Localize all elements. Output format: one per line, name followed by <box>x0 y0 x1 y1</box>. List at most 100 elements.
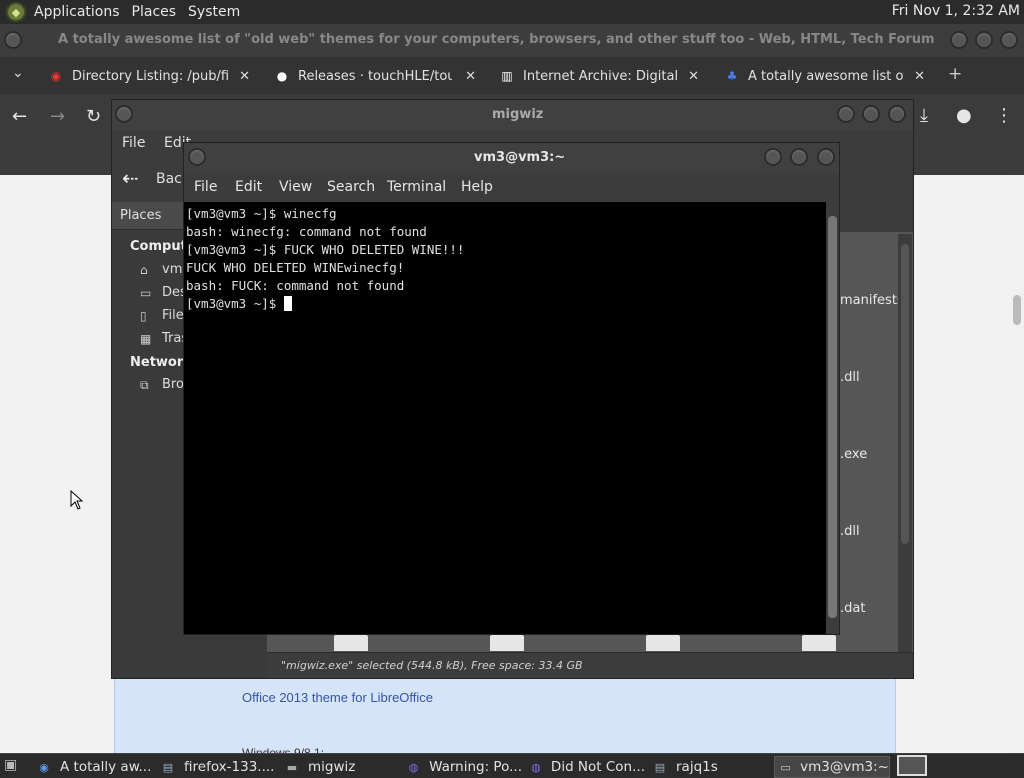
file-icon[interactable] <box>334 635 368 651</box>
file-dat[interactable]: .dat <box>840 601 865 616</box>
drive-icon: ▯ <box>140 308 147 323</box>
terminal-line: bash: FUCK: command not found <box>186 278 405 293</box>
close-tab-icon[interactable]: ✕ <box>239 69 250 84</box>
browser-titlebar[interactable]: A totally awesome list of "old web" them… <box>0 24 1024 57</box>
spacehey-icon: ♣ <box>726 69 738 83</box>
text-cursor <box>283 296 292 311</box>
reload-icon[interactable]: ↻ <box>86 106 101 127</box>
archive-file-icon: ▤ <box>162 760 174 774</box>
mouse-pointer-icon <box>70 490 84 510</box>
network-icon: ⧉ <box>140 377 149 392</box>
web-content-panel <box>114 675 896 755</box>
terminal-menu-help[interactable]: Help <box>461 179 493 195</box>
firefox-icon: ◍ <box>531 760 541 774</box>
terminal-titlebar[interactable]: vm3@vm3:~ <box>184 143 839 173</box>
terminal-menu-view[interactable]: View <box>279 179 312 195</box>
browser-window-title: A totally awesome list of "old web" them… <box>58 32 938 47</box>
file-dll[interactable]: .dll <box>840 524 860 539</box>
minimize-button[interactable] <box>764 148 782 166</box>
close-tab-icon[interactable]: ✕ <box>914 69 925 84</box>
file-icon[interactable] <box>490 635 524 651</box>
back-arrow-icon[interactable]: ⇠ <box>122 166 139 190</box>
clock[interactable]: Fri Nov 1, 2:32 AM <box>892 3 1020 19</box>
terminal-line: FUCK WHO DELETED WINEwinecfg! <box>186 260 405 275</box>
terminal-prompt-line[interactable]: [vm3@vm3 ~]$ <box>186 295 824 313</box>
chromium-icon: ◉ <box>39 760 49 774</box>
taskbar-item-firefox-archive[interactable]: ▤ firefox-133.... <box>160 756 276 778</box>
close-tab-icon[interactable]: ✕ <box>688 69 699 84</box>
profile-icon[interactable]: ● <box>956 105 972 126</box>
minimize-button[interactable] <box>950 31 968 49</box>
maximize-button[interactable] <box>862 105 880 123</box>
terminal-scroll-thumb[interactable] <box>828 216 837 618</box>
tab-strip: ⌄ ◉ Directory Listing: /pub/fire ✕ ● Rel… <box>0 57 1024 94</box>
terminal-menu-terminal[interactable]: Terminal <box>387 179 446 195</box>
kebab-menu-icon[interactable]: ⋮ <box>995 105 1013 126</box>
terminal-line: [vm3@vm3 ~]$ FUCK WHO DELETED WINE!!! <box>186 242 465 257</box>
tab-spacehey[interactable]: ♣ A totally awesome list of "o ✕ <box>724 61 925 91</box>
desktop-folder-icon: ▭ <box>140 285 152 300</box>
file-exe[interactable]: .exe <box>840 447 867 462</box>
top-panel: ◆ Applications Places System Fri Nov 1, … <box>0 0 1024 24</box>
file-icon[interactable] <box>802 635 836 651</box>
close-button[interactable] <box>1000 31 1018 49</box>
maximize-button[interactable] <box>975 31 993 49</box>
file-manager-statusbar: "migwiz.exe" selected (544.8 kB), Free s… <box>267 652 913 678</box>
taskbar-item-chromium[interactable]: ◉ A totally aw... <box>36 756 152 778</box>
page-scroll-thumb[interactable] <box>1013 295 1021 325</box>
terminal-window: vm3@vm3:~ File Edit View Search Terminal… <box>183 142 840 635</box>
close-button[interactable] <box>888 105 906 123</box>
distro-logo-icon[interactable]: ◆ <box>6 2 26 22</box>
system-menu[interactable]: System <box>182 4 246 20</box>
firefox-red-icon: ◉ <box>50 69 62 83</box>
taskbar-item-warning[interactable]: ◍ Warning: Po... <box>406 756 522 778</box>
minimize-button[interactable] <box>837 105 855 123</box>
fm-menu-file[interactable]: File <box>122 135 145 151</box>
tab-touchhle-releases[interactable]: ● Releases · touchHLE/touch ✕ <box>274 61 476 91</box>
terminal-icon: ▭ <box>780 760 791 774</box>
tab-internet-archive[interactable]: ▥ Internet Archive: Digital Lib ✕ <box>499 61 699 91</box>
file-manifests[interactable]: manifests <box>840 293 904 308</box>
page-scrollbar[interactable] <box>1010 175 1024 753</box>
back-arrow-icon[interactable]: ← <box>12 106 27 127</box>
terminal-output[interactable]: [vm3@vm3 ~]$ winecfg bash: winecfg: comm… <box>184 202 826 634</box>
tab-directory-listing[interactable]: ◉ Directory Listing: /pub/fire ✕ <box>48 61 250 91</box>
terminal-line: [vm3@vm3 ~]$ winecfg <box>186 206 337 221</box>
libreoffice-theme-link[interactable]: Office 2013 theme for LibreOffice <box>242 690 433 705</box>
taskbar-item-rajq1s[interactable]: ▤ rajq1s <box>652 756 768 778</box>
workspace-switcher[interactable] <box>897 755 927 776</box>
terminal-menu-edit[interactable]: Edit <box>235 179 262 195</box>
archive-file-icon: ▤ <box>654 760 666 774</box>
download-icon[interactable]: ⤓ <box>920 105 928 126</box>
window-menu-button[interactable] <box>188 148 206 166</box>
show-desktop-icon[interactable]: ▣ <box>4 757 17 773</box>
taskbar: ▣ ◉ A totally aw... ▤ firefox-133.... ▬ mig… <box>0 753 1024 778</box>
terminal-menu-search[interactable]: Search <box>327 179 375 195</box>
new-tab-button[interactable]: + <box>948 64 962 84</box>
file-view-scrollbar[interactable] <box>898 234 912 654</box>
folder-icon: ▬ <box>286 760 298 774</box>
taskbar-item-terminal[interactable]: ▭ vm3@vm3:~ <box>774 756 890 778</box>
taskbar-item-did-not-connect[interactable]: ◍ Did Not Con... <box>529 756 645 778</box>
firefox-icon: ◍ <box>408 760 419 774</box>
terminal-scrollbar[interactable] <box>826 202 839 634</box>
file-manager-titlebar[interactable]: migwiz <box>112 100 913 130</box>
tab-search-icon[interactable]: ⌄ <box>12 65 24 81</box>
maximize-button[interactable] <box>790 148 808 166</box>
file-icon[interactable] <box>646 635 680 651</box>
terminal-menu-file[interactable]: File <box>194 179 217 195</box>
taskbar-item-migwiz[interactable]: ▬ migwiz <box>284 756 400 778</box>
file-view-scroll-thumb[interactable] <box>901 244 909 544</box>
home-folder-icon: ⌂ <box>140 262 148 277</box>
window-menu-button[interactable] <box>115 105 133 123</box>
applications-menu[interactable]: Applications <box>28 4 126 20</box>
close-button[interactable] <box>817 148 835 166</box>
window-menu-button[interactable] <box>4 31 22 49</box>
terminal-line: bash: winecfg: command not found <box>186 224 427 239</box>
close-tab-icon[interactable]: ✕ <box>465 69 476 84</box>
file-dll[interactable]: .dll <box>840 370 860 385</box>
terminal-menubar: File Edit View Search Terminal Help <box>184 173 839 202</box>
places-menu[interactable]: Places <box>126 4 183 20</box>
forward-arrow-icon[interactable]: → <box>50 106 65 127</box>
archive-icon: ▥ <box>501 69 513 83</box>
